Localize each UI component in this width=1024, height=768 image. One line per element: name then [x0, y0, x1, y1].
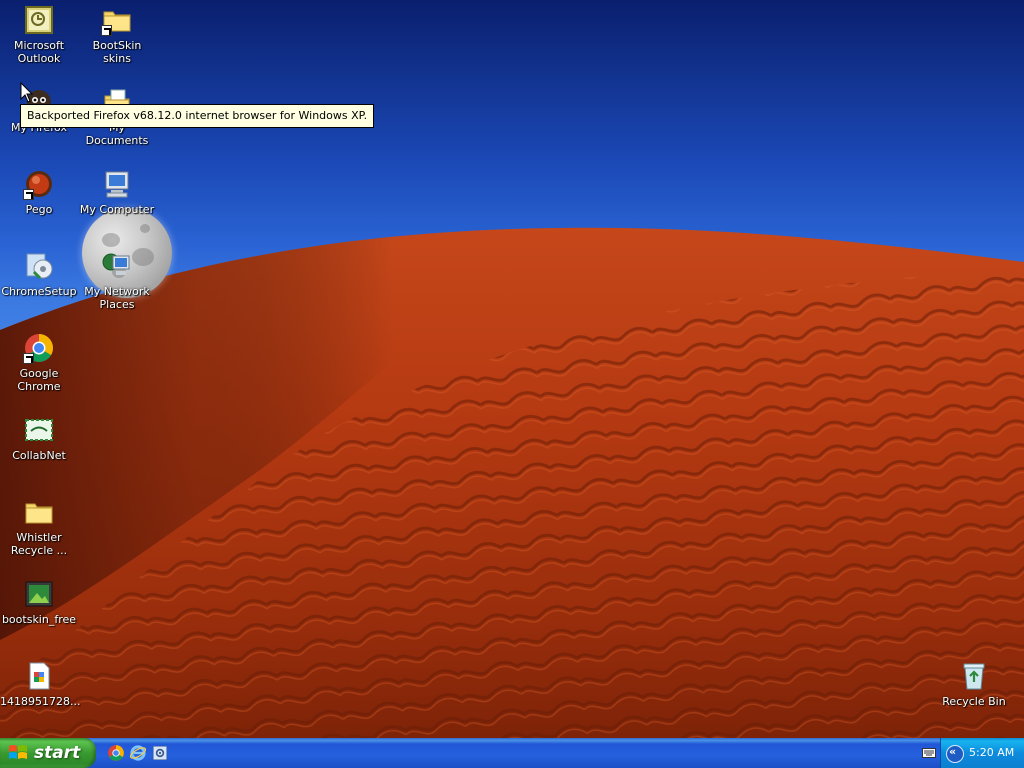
icon-label: Whistler Recycle ... — [10, 531, 68, 557]
desktop-icon-my-computer[interactable]: My Computer — [78, 168, 156, 216]
icon-label: My Network Places — [84, 285, 150, 311]
desktop-icon-microsoft-outlook[interactable]: Microsoft Outlook — [0, 4, 78, 65]
desktop-icon-file-1418951728[interactable]: 1418951728... — [0, 660, 81, 708]
clock[interactable]: 5:20 AM — [969, 738, 1014, 768]
chevron-left-icon: « — [949, 745, 957, 758]
desktop-icon-collabnet[interactable]: CollabNet — [0, 414, 78, 462]
internet-explorer-icon[interactable] — [129, 744, 147, 762]
chrome-icon[interactable] — [107, 744, 125, 762]
desktop-icon-chromesetup[interactable]: ChromeSetup — [0, 250, 78, 298]
network-icon — [101, 250, 133, 282]
document-file-icon — [23, 660, 55, 692]
outlook-icon — [23, 4, 55, 36]
pego-icon — [23, 168, 55, 200]
show-hidden-icons-button[interactable]: « — [946, 745, 964, 763]
keyboard-icon[interactable] — [922, 748, 936, 758]
shortcut-arrow-icon — [23, 189, 34, 200]
icon-label: BootSkin skins — [92, 39, 142, 65]
chrome-icon — [23, 332, 55, 364]
desktop-icon-my-network-places[interactable]: My Network Places — [78, 250, 156, 311]
start-button[interactable]: start — [0, 738, 96, 768]
setup-icon — [23, 250, 55, 282]
recycle-bin-icon — [958, 660, 990, 692]
desktop-icon-recycle-bin[interactable]: Recycle Bin — [935, 660, 1013, 708]
desktop-icon-whistler-recycle[interactable]: Whistler Recycle ... — [0, 496, 78, 557]
shortcut-arrow-icon — [101, 25, 112, 36]
shortcut-arrow-icon — [23, 353, 34, 364]
icon-label: ChromeSetup — [1, 285, 77, 298]
icon-label: bootskin_free — [1, 613, 77, 626]
desktop[interactable]: Microsoft Outlook BootSkin skins My Fire… — [0, 0, 1024, 738]
folder-icon — [101, 4, 133, 36]
icon-label: Pego — [25, 203, 53, 216]
desktop-icon-bootskin-skins[interactable]: BootSkin skins — [78, 4, 156, 65]
icon-label: Google Chrome — [17, 367, 61, 393]
taskbar: start « 5:20 AM — [0, 738, 1024, 768]
icon-label: Microsoft Outlook — [13, 39, 65, 65]
computer-icon — [101, 168, 133, 200]
desktop-icon-pego[interactable]: Pego — [0, 168, 78, 216]
start-label: start — [34, 743, 81, 763]
mouse-cursor-icon — [20, 82, 34, 103]
icon-label: My Computer — [79, 203, 155, 216]
desktop-icon-google-chrome[interactable]: Google Chrome — [0, 332, 78, 393]
icon-label: Recycle Bin — [942, 695, 1006, 708]
desktop-icon-bootskin-free[interactable]: bootskin_free — [0, 578, 78, 626]
folder-icon — [23, 496, 55, 528]
settings-icon[interactable] — [151, 744, 169, 762]
windows-logo-icon — [9, 745, 27, 759]
icon-label: 1418951728... — [0, 695, 81, 708]
collabnet-icon — [23, 414, 55, 446]
image-file-icon — [23, 578, 55, 610]
tooltip: Backported Firefox v68.12.0 internet bro… — [20, 104, 375, 128]
icon-label: CollabNet — [12, 449, 66, 462]
system-tray: « 5:20 AM — [940, 738, 1024, 768]
